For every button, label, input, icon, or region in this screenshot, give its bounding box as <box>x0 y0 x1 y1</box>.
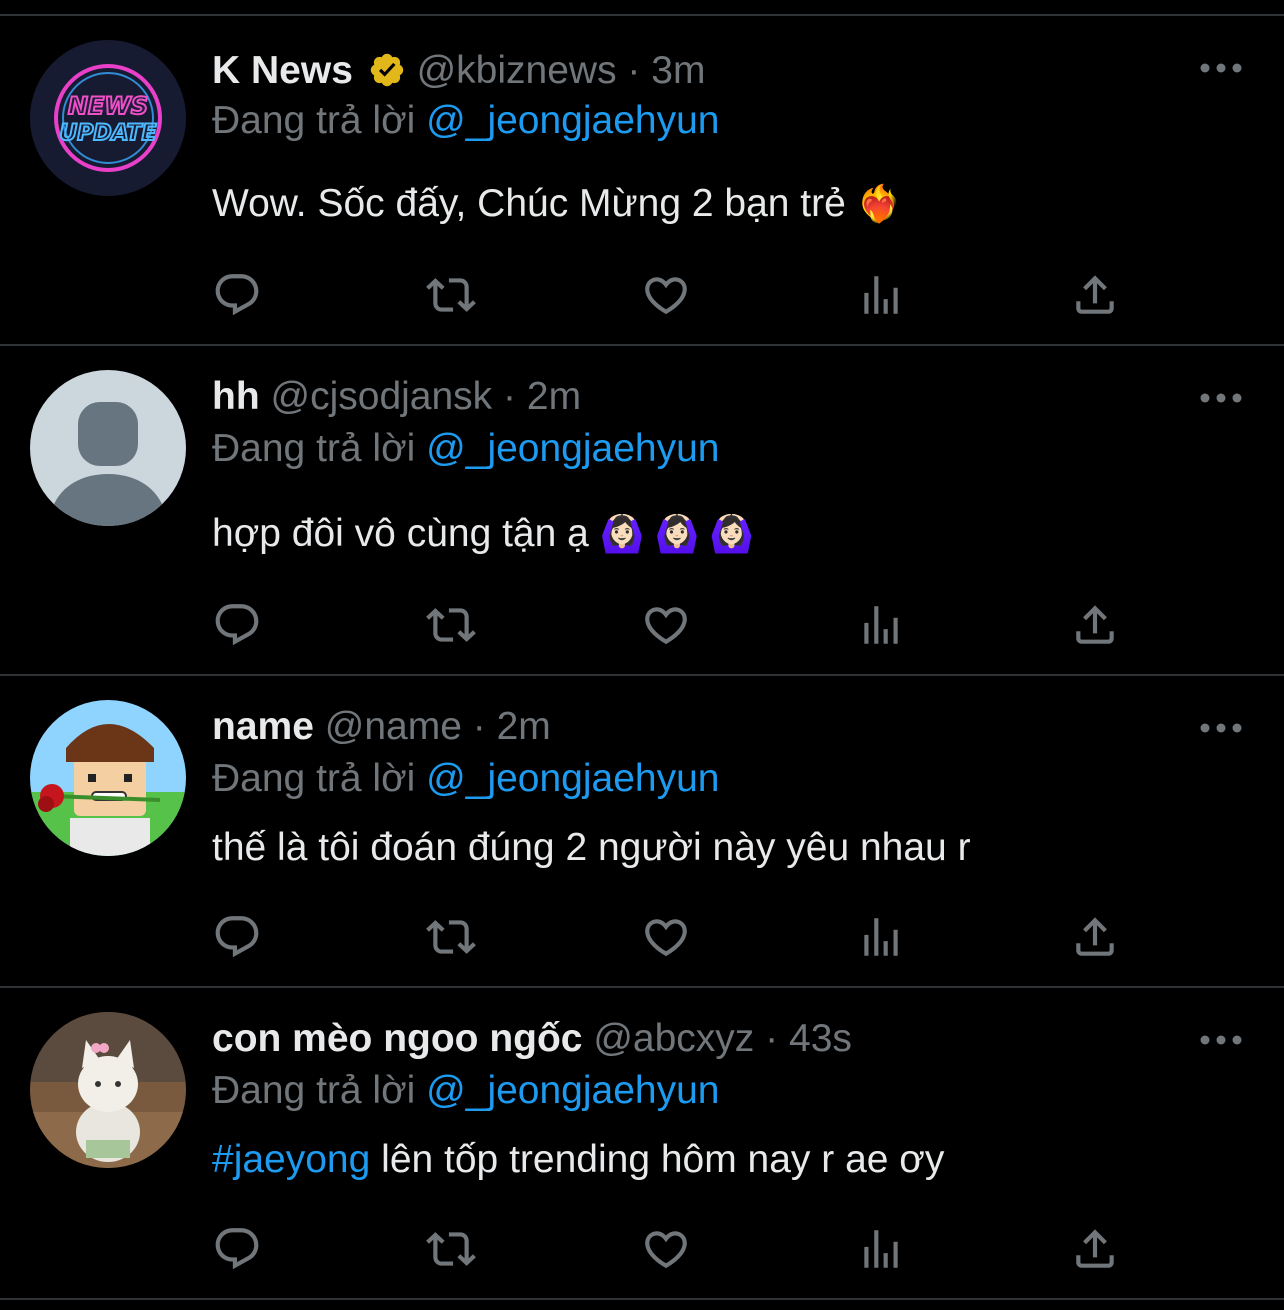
share-icon[interactable] <box>1070 1224 1120 1274</box>
heart-icon[interactable] <box>641 1224 691 1274</box>
views-icon[interactable] <box>856 1224 906 1274</box>
share-icon[interactable] <box>1070 270 1120 320</box>
svg-text:UPDATE: UPDATE <box>59 121 156 146</box>
handle[interactable]: @abcxyz <box>593 1017 754 1060</box>
toy-cat-photo <box>30 1012 186 1168</box>
heart-icon[interactable] <box>641 912 691 962</box>
tweet-header: con mèo ngoo ngốc @abcxyz · 43s <box>212 1016 852 1062</box>
reply-mention-link[interactable]: @_jeongjaehyun <box>426 427 719 470</box>
timestamp[interactable]: 2m <box>497 705 551 748</box>
retweet-icon[interactable] <box>426 1224 476 1274</box>
reply-icon[interactable] <box>212 912 262 962</box>
heart-icon[interactable] <box>641 600 691 650</box>
timestamp[interactable]: 2m <box>527 375 581 418</box>
reply-icon[interactable] <box>212 600 262 650</box>
views-icon[interactable] <box>856 600 906 650</box>
verified-badge-icon <box>368 51 406 100</box>
retweet-icon[interactable] <box>426 600 476 650</box>
avatar[interactable] <box>30 1012 186 1168</box>
tweet-actions <box>212 600 1132 650</box>
ok-gesture-emoji: 🙆🏻‍♀️ 🙆🏻‍♀️ 🙆🏻‍♀️ <box>599 513 755 554</box>
reply-mention-link[interactable]: @_jeongjaehyun <box>426 1069 719 1112</box>
reply-prefix: Đang trả lời <box>212 757 416 800</box>
handle[interactable]: @kbiznews <box>417 49 617 92</box>
hashtag-link[interactable]: #jaeyong <box>212 1138 370 1181</box>
reply-prefix: Đang trả lời <box>212 99 416 142</box>
reply-prefix: Đang trả lời <box>212 1069 416 1112</box>
reply-prefix: Đang trả lời <box>212 427 416 470</box>
more-icon[interactable] <box>1200 388 1242 408</box>
reply-feed: NEWS UPDATE K News @kbiznews · 3m Đang t… <box>0 0 1284 1310</box>
avatar[interactable] <box>30 700 186 856</box>
dot-separator: · <box>503 375 517 418</box>
tweet-header: name @name · 2m <box>212 704 551 750</box>
reply-mention-link[interactable]: @_jeongjaehyun <box>426 99 719 142</box>
retweet-icon[interactable] <box>426 912 476 962</box>
dot-separator: · <box>627 49 641 92</box>
display-name[interactable]: hh <box>212 375 260 418</box>
avatar[interactable]: NEWS UPDATE <box>30 40 186 196</box>
reply-context: Đang trả lời @_jeongjaehyun <box>212 1068 720 1114</box>
more-icon[interactable] <box>1200 58 1242 78</box>
reply-context: Đang trả lời @_jeongjaehyun <box>212 98 720 144</box>
tweet[interactable]: name @name · 2m Đang trả lời @_jeongjaeh… <box>0 676 1284 988</box>
tweet-text-body: thế là tôi đoán đúng 2 người này yêu nha… <box>212 826 971 869</box>
views-icon[interactable] <box>856 270 906 320</box>
blocky-character-avatar <box>30 700 186 856</box>
tweet[interactable]: con mèo ngoo ngốc @abcxyz · 43s Đang trả… <box>0 988 1284 1300</box>
timestamp[interactable]: 43s <box>789 1017 852 1060</box>
handle[interactable]: @cjsodjansk <box>271 375 493 418</box>
timestamp[interactable]: 3m <box>651 49 705 92</box>
dot-separator: · <box>472 705 486 748</box>
handle[interactable]: @name <box>325 705 462 748</box>
tweet-actions <box>212 1224 1132 1274</box>
reply-icon[interactable] <box>212 270 262 320</box>
more-icon[interactable] <box>1200 1030 1242 1050</box>
share-icon[interactable] <box>1070 600 1120 650</box>
tweet-actions <box>212 270 1132 320</box>
tweet-text: thế là tôi đoán đúng 2 người này yêu nha… <box>212 824 971 872</box>
svg-text:NEWS: NEWS <box>68 92 148 120</box>
news-update-logo: NEWS UPDATE <box>30 40 186 196</box>
tweet-text: Wow. Sốc đấy, Chúc Mừng 2 bạn trẻ ❤️‍🔥 <box>212 180 901 228</box>
tweet-header: hh @cjsodjansk · 2m <box>212 374 581 420</box>
retweet-icon[interactable] <box>426 270 476 320</box>
reply-mention-link[interactable]: @_jeongjaehyun <box>426 757 719 800</box>
more-icon[interactable] <box>1200 718 1242 738</box>
tweet-text-body: lên tốp trending hôm nay r ae ơy <box>370 1138 945 1181</box>
reply-context: Đang trả lời @_jeongjaehyun <box>212 756 720 802</box>
display-name[interactable]: con mèo ngoo ngốc <box>212 1017 582 1060</box>
views-icon[interactable] <box>856 912 906 962</box>
tweet-text-body: Wow. Sốc đấy, Chúc Mừng 2 bạn trẻ <box>212 182 846 225</box>
tweet-text: #jaeyong lên tốp trending hôm nay r ae ơ… <box>212 1136 944 1184</box>
tweet-header: K News @kbiznews · 3m <box>212 48 705 100</box>
display-name[interactable]: K News <box>212 49 353 92</box>
heart-on-fire-emoji: ❤️‍🔥 <box>856 183 902 224</box>
avatar[interactable] <box>30 370 186 526</box>
heart-icon[interactable] <box>641 270 691 320</box>
default-profile-icon <box>30 370 186 526</box>
dot-separator: · <box>765 1017 779 1060</box>
tweet[interactable]: hh @cjsodjansk · 2m Đang trả lời @_jeong… <box>0 346 1284 676</box>
display-name[interactable]: name <box>212 705 314 748</box>
tweet-actions <box>212 912 1132 962</box>
reply-context: Đang trả lời @_jeongjaehyun <box>212 426 720 472</box>
reply-icon[interactable] <box>212 1224 262 1274</box>
tweet-text: hợp đôi vô cùng tận ạ 🙆🏻‍♀️ 🙆🏻‍♀️ 🙆🏻‍♀️ <box>212 510 754 558</box>
tweet[interactable]: NEWS UPDATE K News @kbiznews · 3m Đang t… <box>0 16 1284 346</box>
share-icon[interactable] <box>1070 912 1120 962</box>
tweet-text-body: hợp đôi vô cùng tận ạ <box>212 512 589 555</box>
